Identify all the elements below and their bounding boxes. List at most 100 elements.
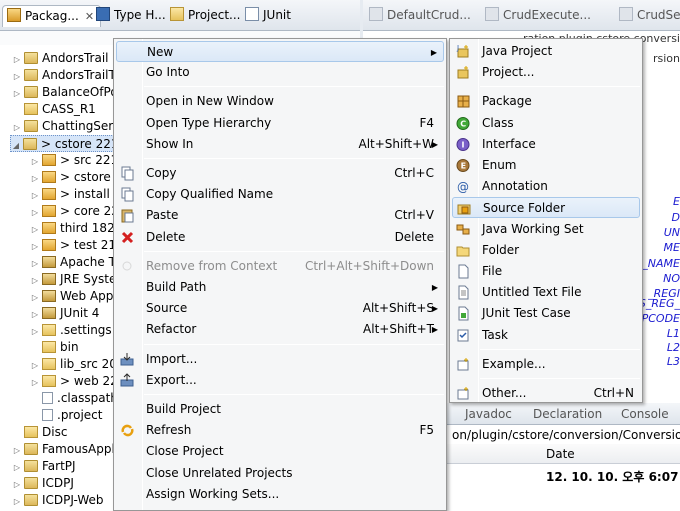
menu-item-junit-test-case[interactable]: JUnit Test Case	[452, 303, 640, 324]
tree-item[interactable]: ▷ BalanceOfPov	[12, 84, 125, 101]
menu-item-show-in[interactable]: Show In Alt+Shift+W ▶	[116, 134, 444, 155]
tab-junit[interactable]: JUnit	[245, 5, 291, 27]
editor-tab[interactable]: CrudServ	[619, 5, 680, 27]
expand-icon[interactable]: ▷	[12, 476, 22, 493]
menu-item-new[interactable]: New ▶	[116, 41, 444, 62]
expand-icon[interactable]: ▷	[12, 442, 22, 459]
menu-item-copy-qualified-name[interactable]: Copy Qualified Name	[116, 184, 444, 205]
close-icon[interactable]: ✕	[85, 10, 94, 23]
tab-package-explorer[interactable]: Packag... ✕	[2, 5, 102, 27]
expand-icon[interactable]: ▷	[30, 289, 40, 306]
expand-icon[interactable]: ▷	[30, 272, 40, 289]
menu-item-assign-working-sets[interactable]: Assign Working Sets...	[116, 484, 444, 505]
tree-item[interactable]: ▷ third 182	[30, 220, 115, 237]
collapse-icon[interactable]: ◢	[11, 137, 21, 154]
tree-item[interactable]: bin	[30, 339, 79, 356]
menu-item-enum[interactable]: E Enum	[452, 155, 640, 176]
menu-item-copy[interactable]: Copy Ctrl+C	[116, 163, 444, 184]
tree-item[interactable]: ▷ lib_src 20	[30, 356, 117, 373]
menu-item-class[interactable]: C Class	[452, 113, 640, 134]
tree-item[interactable]: ▷ Web App	[30, 288, 114, 306]
tree-item-label: FamousApple	[42, 442, 123, 456]
expand-icon[interactable]: ▷	[12, 51, 22, 68]
expand-icon[interactable]: ▷	[12, 459, 22, 476]
menu-item-source-folder[interactable]: Source Folder	[452, 197, 640, 219]
menu-item-annotation[interactable]: @ Annotation	[452, 176, 640, 197]
menu-item-interface[interactable]: I Interface	[452, 134, 640, 155]
menu-item-close-project[interactable]: Close Project	[116, 441, 444, 462]
menu-item-open-in-new-window[interactable]: Open in New Window	[116, 91, 444, 112]
tree-item[interactable]: ▷ > web 22	[30, 373, 118, 390]
menu-item-build-project[interactable]: Build Project	[116, 399, 444, 420]
expand-icon[interactable]: ▷	[30, 170, 40, 187]
tree-item[interactable]: ▷ .settings	[30, 322, 112, 339]
tree-item[interactable]: .project	[30, 407, 102, 424]
menu-item-build-path[interactable]: Build Path ▶	[116, 277, 444, 298]
menu-item-example[interactable]: Example...	[452, 354, 640, 375]
expand-icon[interactable]: ▷	[30, 204, 40, 221]
expand-icon[interactable]: ▷	[30, 187, 40, 204]
expand-icon[interactable]: ▷	[30, 357, 40, 374]
menu-item-untitled-text-file[interactable]: Untitled Text File	[452, 282, 640, 303]
expand-icon[interactable]: ▷	[30, 323, 40, 340]
expand-icon[interactable]: ▷	[12, 119, 22, 136]
menu-item-java-working-set[interactable]: Java Working Set	[452, 219, 640, 240]
tree-item[interactable]: ▷ ICDPJ	[12, 475, 74, 492]
tree-item[interactable]: CASS_R1	[12, 101, 96, 118]
tree-item[interactable]: ▷ > test 21	[30, 237, 116, 254]
tab-project-explorer[interactable]: Project...	[170, 5, 241, 27]
tree-item[interactable]: ▷ > core 22	[30, 203, 119, 220]
menu-item-java-project[interactable]: J Java Project	[452, 41, 640, 62]
tree-item[interactable]: ▷ JUnit 4	[30, 305, 100, 323]
expand-icon[interactable]: ▷	[30, 221, 40, 238]
menu-item-delete[interactable]: Delete Delete	[116, 227, 444, 248]
tab-console[interactable]: Console	[621, 407, 669, 421]
tab-type-hierarchy[interactable]: Type H...	[96, 5, 166, 27]
tree-item[interactable]: ▷ JRE Syster	[30, 271, 121, 288]
tree-item[interactable]: ▷ AndorsTrailTe	[12, 67, 121, 84]
tree-item[interactable]: Disc	[12, 424, 67, 441]
tree-item[interactable]: ▷ ICDPJ-Web	[12, 492, 104, 509]
tree-item[interactable]: ▷ ChattingServ	[12, 118, 120, 135]
menu-item-package[interactable]: Package	[452, 91, 640, 112]
tree-item[interactable]: ▷ > install 6	[30, 186, 121, 203]
menu-item-project[interactable]: Project...	[452, 62, 640, 83]
expand-icon[interactable]: ▷	[12, 493, 22, 510]
menu-item-go-into[interactable]: Go Into	[116, 62, 444, 83]
expand-icon[interactable]: ▷	[30, 306, 40, 323]
menu-item-folder[interactable]: Folder	[452, 240, 640, 261]
tree-item[interactable]: ▷ > src 221	[30, 152, 118, 169]
package-explorer-icon	[7, 8, 21, 22]
menu-item-task[interactable]: Task	[452, 325, 640, 346]
menu-item-open-type-hierarchy[interactable]: Open Type Hierarchy F4	[116, 113, 444, 134]
menu-item-refresh[interactable]: Refresh F5	[116, 420, 444, 441]
tree-item[interactable]: ▷ > cstore 2	[30, 169, 122, 186]
tab-declaration[interactable]: Declaration	[533, 407, 602, 421]
editor-tab[interactable]: CrudExecute...	[485, 5, 591, 27]
expand-icon[interactable]: ▷	[30, 153, 40, 170]
tree-item[interactable]: ▷ FamousApple	[12, 441, 122, 458]
expand-icon[interactable]: ▷	[12, 85, 22, 102]
source-folder-icon	[42, 205, 56, 217]
menu-item-close-unrelated-projects[interactable]: Close Unrelated Projects	[116, 463, 444, 484]
editor-tab[interactable]: DefaultCrud...	[369, 5, 471, 27]
menu-item-import[interactable]: Import...	[116, 349, 444, 370]
menu-item-other[interactable]: Other... Ctrl+N	[452, 383, 640, 404]
tree-item[interactable]: ▷ AndorsTrail	[12, 50, 109, 68]
menu-item-source[interactable]: Source Alt+Shift+S ▶	[116, 298, 444, 319]
column-header-date[interactable]: Date	[546, 447, 575, 461]
tree-item[interactable]: .classpath	[30, 390, 118, 407]
tree-item[interactable]: ▷ FartPJ	[12, 458, 76, 475]
tree-item[interactable]: ▷ Apache T	[30, 254, 116, 271]
expand-icon[interactable]: ▷	[30, 255, 40, 272]
menu-item-label: Project...	[482, 65, 535, 80]
tree-item-selected[interactable]: ◢ > cstore 221	[10, 135, 119, 154]
menu-item-export[interactable]: Export...	[116, 370, 444, 391]
tab-javadoc[interactable]: Javadoc	[465, 407, 512, 421]
menu-item-refactor[interactable]: Refactor Alt+Shift+T ▶	[116, 319, 444, 340]
expand-icon[interactable]: ▷	[30, 374, 40, 391]
expand-icon[interactable]: ▷	[30, 238, 40, 255]
expand-icon[interactable]: ▷	[12, 68, 22, 85]
menu-item-file[interactable]: File	[452, 261, 640, 282]
menu-item-paste[interactable]: Paste Ctrl+V	[116, 205, 444, 226]
